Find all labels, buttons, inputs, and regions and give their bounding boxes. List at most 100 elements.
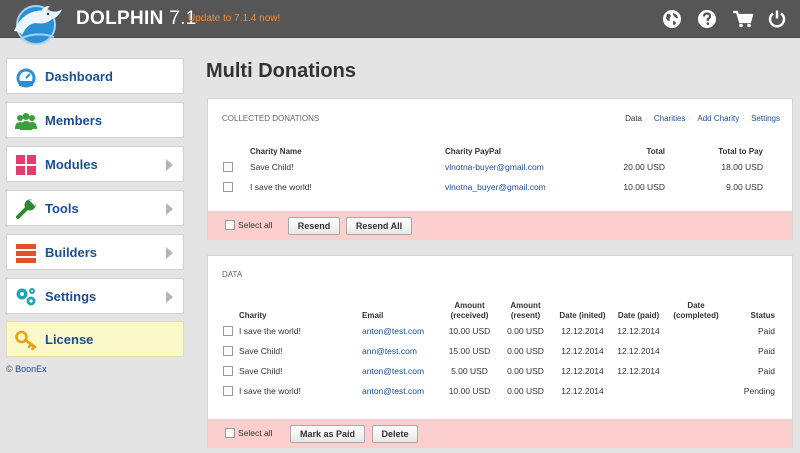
app-title: DOLPHIN 7.1 — [76, 8, 197, 30]
sidebar-item-label: Modules — [45, 157, 98, 172]
cell-status: Paid — [757, 366, 775, 376]
col-charity-name: Charity Name — [250, 147, 302, 156]
cell-completed — [666, 341, 726, 361]
cell-inited: 12.12.2014 — [561, 386, 604, 396]
cell-status: Pending — [743, 386, 775, 396]
top-bar: DOLPHIN 7.1 Update to 7.1.4 now! — [0, 0, 800, 38]
cell-paid: 12.12.2014 — [617, 346, 660, 356]
cell-email[interactable]: anton@test.com — [362, 361, 442, 381]
collected-donations-panel: COLLECTED DONATIONS Data · Charities · Add… — [207, 98, 793, 240]
select-all-label: Select all — [238, 428, 273, 438]
cell-charity: Save Child! — [239, 366, 283, 376]
col-status: Status — [750, 311, 775, 320]
sidebar-item-settings[interactable]: Settings — [6, 278, 184, 314]
cell-charity: I save the world! — [239, 326, 301, 336]
resend-button[interactable]: Resend — [288, 217, 340, 235]
sidebar-item-builders[interactable]: Builders — [6, 234, 184, 270]
cell-total: 20.00 USD — [623, 162, 665, 172]
copyright: © BoonEx — [6, 364, 47, 374]
sidebar-item-label: Dashboard — [45, 69, 113, 84]
col-amount-resent: Amount (resent) — [510, 301, 541, 320]
modules-icon — [16, 155, 36, 175]
col-date-inited: Date (inited) — [559, 311, 606, 320]
select-all-checkbox[interactable] — [225, 428, 235, 438]
data-actions-bar: Select all Mark as Paid Delete — [208, 419, 792, 448]
cell-paid — [611, 381, 666, 401]
table-row: I save the world! anton@test.com 10.00 U… — [223, 381, 775, 401]
cell-charity: Save Child! — [239, 346, 283, 356]
link-settings[interactable]: Settings — [751, 114, 780, 123]
dolphin-logo-icon[interactable] — [6, 1, 68, 45]
col-email: Email — [362, 311, 384, 320]
cell-charity: I save the world! — [239, 386, 301, 396]
sidebar-item-modules[interactable]: Modules — [6, 146, 184, 182]
gears-icon — [16, 288, 36, 306]
col-charity: Charity — [239, 311, 267, 320]
sidebar-item-members[interactable]: Members — [6, 102, 184, 138]
key-icon — [15, 330, 37, 351]
cell-completed — [666, 381, 726, 401]
col-amount-received: Amount (received) — [450, 301, 489, 320]
col-total: Total — [646, 147, 665, 156]
cell-paypal[interactable]: vlnotna_buyer@gmail.com — [445, 177, 585, 197]
link-add-charity[interactable]: Add Charity — [697, 114, 739, 123]
panel-links: Data · Charities · Add Charity · Settings — [625, 114, 780, 123]
cell-to-pay: 18.00 USD — [721, 162, 763, 172]
link-charities[interactable]: Charities — [654, 114, 686, 123]
chevron-right-icon — [166, 247, 173, 259]
resend-all-button[interactable]: Resend All — [346, 217, 412, 235]
cell-received: 5.00 USD — [451, 366, 488, 376]
panel-heading: DATA — [222, 270, 243, 279]
copyright-symbol: © — [6, 364, 13, 374]
cell-completed — [666, 321, 726, 341]
cell-received: 10.00 USD — [448, 326, 491, 336]
link-data[interactable]: Data — [625, 114, 642, 123]
cell-charity-name: I save the world! — [250, 182, 312, 192]
panel-heading: COLLECTED DONATIONS — [222, 114, 320, 123]
cart-icon[interactable] — [732, 9, 754, 29]
collected-table: Charity Name Charity PayPal Total Total … — [223, 139, 763, 197]
help-icon[interactable] — [697, 9, 717, 29]
sidebar-item-label: Settings — [45, 289, 97, 304]
mark-as-paid-button[interactable]: Mark as Paid — [290, 425, 365, 443]
sidebar-item-label: Members — [45, 113, 103, 128]
cell-paypal[interactable]: vlnotna-buyer@gmail.com — [445, 157, 585, 177]
cell-to-pay: 9.00 USD — [726, 182, 763, 192]
select-all-checkbox[interactable] — [225, 220, 235, 230]
power-icon[interactable] — [767, 9, 787, 29]
cell-paid: 12.12.2014 — [617, 366, 660, 376]
col-date-completed: Date (completed) — [673, 301, 719, 320]
table-row: Save Child! vlnotna-buyer@gmail.com 20.0… — [223, 157, 763, 177]
data-panel: DATA Charity Email Amount (received) Amo… — [207, 255, 793, 448]
sidebar-item-tools[interactable]: Tools — [6, 190, 184, 226]
row-checkbox[interactable] — [223, 162, 233, 173]
row-checkbox[interactable] — [223, 346, 233, 357]
wrench-icon — [16, 199, 36, 219]
cell-email[interactable]: anton@test.com — [362, 321, 442, 341]
cell-charity-name: Save Child! — [250, 162, 294, 172]
builders-icon — [16, 244, 36, 263]
sidebar-item-label: Tools — [45, 201, 79, 216]
update-link[interactable]: Update to 7.1.4 now! — [188, 13, 280, 24]
cell-resent: 0.00 USD — [507, 326, 544, 336]
chevron-right-icon — [166, 159, 173, 171]
cell-status: Paid — [757, 326, 775, 336]
row-checkbox[interactable] — [223, 182, 233, 193]
cell-completed — [666, 361, 726, 381]
table-row: I save the world! vlnotna_buyer@gmail.co… — [223, 177, 763, 197]
cell-email[interactable]: anton@test.com — [362, 381, 442, 401]
sidebar-item-dashboard[interactable]: Dashboard — [6, 58, 184, 94]
boonex-link[interactable]: BoonEx — [15, 364, 47, 374]
delete-button[interactable]: Delete — [372, 425, 418, 443]
row-checkbox[interactable] — [223, 326, 233, 337]
cell-email[interactable]: ann@test.com — [362, 341, 442, 361]
dashboard-icon — [16, 68, 36, 88]
cell-inited: 12.12.2014 — [561, 346, 604, 356]
cell-received: 15.00 USD — [448, 346, 491, 356]
sidebar-item-license[interactable]: License — [6, 321, 184, 357]
row-checkbox[interactable] — [223, 366, 233, 377]
row-checkbox[interactable] — [223, 386, 233, 397]
sidebar-item-label: Builders — [45, 245, 98, 260]
chevron-right-icon — [166, 203, 173, 215]
globe-icon[interactable] — [662, 9, 682, 29]
